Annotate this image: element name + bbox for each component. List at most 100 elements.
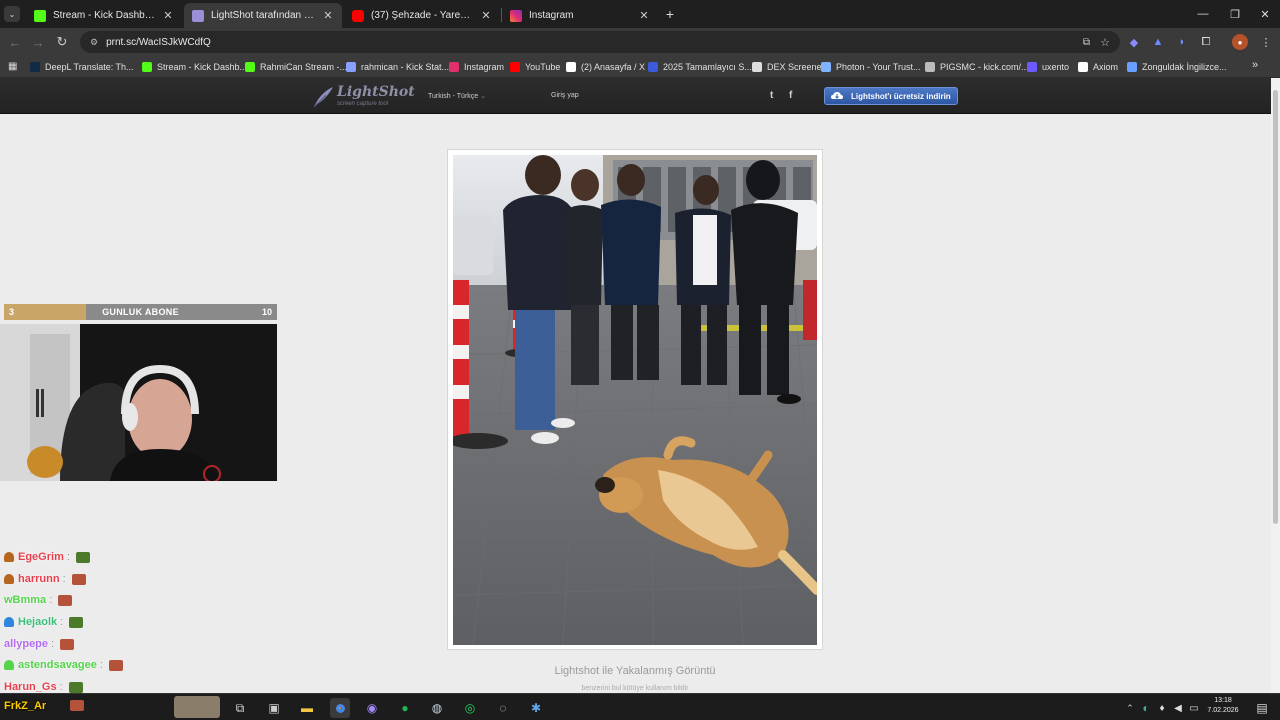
bookmark-item[interactable]: 2025 Tamamlayıcı S... (648, 59, 752, 75)
chat-message: allypepe: (4, 636, 75, 652)
kick-icon (245, 62, 255, 72)
bookmark-item[interactable]: Axiom (1078, 59, 1118, 75)
download-lightshot-button[interactable]: Lightshot'ı ücretsiz indirin (824, 87, 958, 105)
chat-emote-icon (75, 551, 90, 563)
bookmark-label: DeepL Translate: Th... (45, 62, 134, 72)
lightshot-logo[interactable]: LightShot screen capture tool (312, 84, 415, 110)
language-selector[interactable]: Turkish - Türkçe ⌄ (428, 92, 486, 100)
bookmark-item[interactable]: YouTube (510, 59, 560, 75)
notifications-icon[interactable]: ▤ (1252, 698, 1272, 718)
bookmark-item[interactable]: RahmiCan Stream -... (245, 59, 347, 75)
apps-grid-icon[interactable]: ▦ (8, 61, 19, 72)
bookmark-label: Zonguldak İngilizce... (1142, 62, 1227, 72)
menu-kebab-icon[interactable]: ⋮ (1258, 34, 1274, 50)
tab-search-button[interactable]: ⌄ (4, 6, 20, 22)
bookmark-label: Axiom (1093, 62, 1119, 72)
bookmark-label: uxento (1042, 62, 1070, 72)
login-link[interactable]: Giriş yap (551, 92, 579, 99)
globe-icon (648, 62, 658, 72)
taskbar-thumbnail[interactable] (174, 696, 220, 718)
extension-icon[interactable]: ◆ (1126, 34, 1142, 50)
tab-lightshot[interactable]: LightShot tarafından Ekran Görü ✕ (184, 3, 342, 28)
photon-icon (821, 62, 831, 72)
chat-separator: : (51, 638, 55, 650)
taskbar-clock[interactable]: 13:18 7.02.2026 (1198, 696, 1248, 716)
site-info-icon[interactable]: ⚙ (90, 37, 98, 48)
whatsapp-icon[interactable]: ◎ (460, 698, 480, 718)
chat-username: astendsavagee (18, 659, 97, 671)
goal-target-count: 10 (261, 307, 272, 317)
facebook-icon[interactable]: f (789, 90, 792, 101)
bookmark-star-icon[interactable]: ☆ (1100, 36, 1110, 49)
spotify-icon[interactable]: ● (395, 698, 415, 718)
x-icon (566, 62, 576, 72)
steam-icon[interactable]: ◍ (427, 698, 447, 718)
profile-avatar[interactable]: ● (1232, 34, 1248, 50)
bookmark-item[interactable]: DeepL Translate: Th... (30, 59, 134, 75)
minimize-window-icon[interactable]: — (1186, 0, 1220, 28)
taskbar-chat-name-overlay: FrkZ_Ar (4, 700, 47, 712)
close-tab-icon[interactable]: ✕ (480, 9, 492, 22)
extension-icon[interactable]: ▲ (1150, 34, 1166, 50)
chat-separator: : (60, 616, 64, 628)
bookmark-label: rahmican - Kick Stat... (361, 62, 450, 72)
bookmark-item[interactable]: rahmican - Kick Stat... (346, 59, 449, 75)
back-arrow-icon[interactable]: ← (5, 32, 25, 52)
logo-subtitle: screen capture tool (337, 101, 389, 107)
address-bar[interactable]: ⚙ prnt.sc/WacISJkWCdfQ ⧉ ☆ (80, 31, 1120, 53)
app-icon[interactable]: ◉ (362, 698, 382, 718)
close-window-icon[interactable]: ✕ (1248, 0, 1280, 28)
tab-title: LightShot tarafından Ekran Görü (211, 10, 316, 21)
chat-message: Hejaolk: (4, 614, 84, 630)
close-tab-icon[interactable]: ✕ (638, 9, 650, 22)
bookmark-label: PIGSMC - kick.com/... (940, 62, 1029, 72)
extensions-puzzle-icon[interactable]: ⧠ (1198, 34, 1214, 50)
extension-icon[interactable]: ◗ (1174, 34, 1190, 50)
chat-badge-icon (4, 617, 14, 627)
bookmark-item[interactable]: PIGSMC - kick.com/... (925, 59, 1029, 75)
bookmark-item[interactable]: Stream - Kick Dashb... (142, 59, 247, 75)
deepl-icon (30, 62, 40, 72)
goal-label: GUNLUK ABONE (102, 307, 179, 317)
close-tab-icon[interactable]: ✕ (322, 9, 334, 22)
bookmark-label: Photon - Your Trust... (836, 62, 921, 72)
image-action-links[interactable]: benzerini bul kötüye kullanım bildir (447, 685, 823, 692)
bookmark-item[interactable]: (2) Anasayfa / X (566, 59, 645, 75)
language-label: Turkish - Türkçe (428, 93, 479, 100)
chat-separator: : (99, 659, 103, 671)
tab-instagram[interactable]: Instagram ✕ (502, 3, 658, 28)
reload-icon[interactable]: ↻ (52, 32, 72, 52)
app-icon[interactable]: ▣ (264, 698, 284, 718)
youtube-icon (510, 62, 520, 72)
url-text: prnt.sc/WacISJkWCdfQ (106, 36, 211, 48)
close-tab-icon[interactable]: ✕ (162, 9, 174, 22)
install-app-icon[interactable]: ⧉ (1083, 37, 1090, 48)
chat-username: Hejaolk (18, 616, 58, 628)
bookmark-item[interactable]: uxento (1027, 59, 1069, 75)
bookmark-item[interactable]: Photon - Your Trust... (821, 59, 921, 75)
bookmark-item[interactable]: Zonguldak İngilizce... (1127, 59, 1227, 75)
chevron-down-icon: ⌄ (480, 93, 487, 100)
forward-arrow-icon[interactable]: → (28, 32, 48, 52)
scrollbar-thumb[interactable] (1273, 90, 1278, 524)
obs-icon[interactable]: ◌ (493, 698, 513, 718)
twitter-icon[interactable]: t (770, 90, 773, 101)
chat-badge-icon (4, 574, 14, 584)
file-explorer-icon[interactable]: ▬ (297, 698, 317, 718)
bookmark-item[interactable]: DEX Screener (752, 59, 825, 75)
tab-kick-dashboard[interactable]: Stream - Kick Dashboard ✕ (26, 3, 182, 28)
tab-youtube-sehzade[interactable]: (37) Şehzade - Yaren | Official V ✕ (344, 3, 500, 28)
instagram-icon (449, 62, 459, 72)
chat-username: allypepe (4, 638, 49, 650)
restore-window-icon[interactable]: ❐ (1218, 0, 1252, 28)
browser-toolbar: ← → ↻ ⚙ prnt.sc/WacISJkWCdfQ ⧉ ☆ ◆ ▲ ◗ ⧠… (0, 28, 1280, 56)
bookmark-label: 2025 Tamamlayıcı S... (663, 62, 752, 72)
task-view-icon[interactable]: ⧉ (230, 698, 250, 718)
more-bookmarks-button[interactable]: » (1252, 59, 1258, 71)
new-tab-button[interactable]: + (662, 6, 678, 22)
chrome-icon[interactable] (330, 698, 350, 718)
browser-tab-strip: ⌄ Stream - Kick Dashboard ✕ LightShot ta… (0, 0, 1280, 28)
screenshot-image[interactable] (453, 155, 817, 645)
bookmark-item[interactable]: Instagram (449, 59, 504, 75)
app-icon[interactable]: ✱ (526, 698, 546, 718)
